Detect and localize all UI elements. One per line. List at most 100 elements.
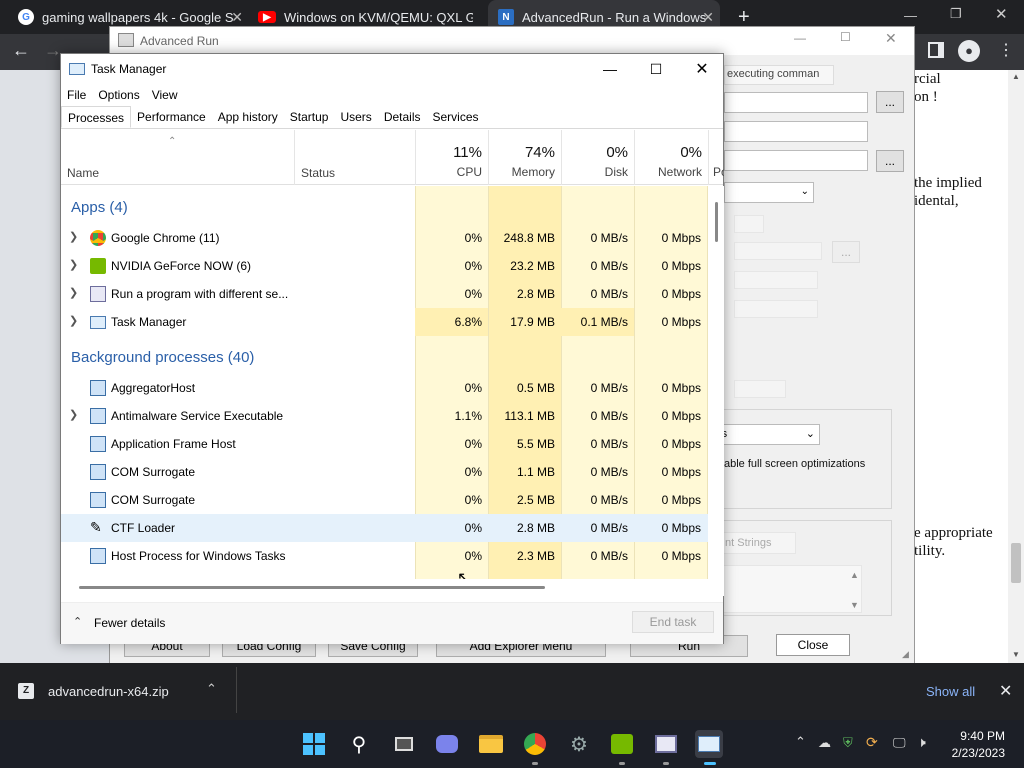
clock-date[interactable]: 2/23/2023 bbox=[941, 746, 1005, 760]
process-row[interactable]: Application Frame Host 0% 5.5 MB 0 MB/s … bbox=[61, 430, 708, 458]
vertical-scrollbar[interactable] bbox=[708, 186, 724, 579]
scroll-down-icon[interactable]: ▼ bbox=[850, 600, 859, 610]
expand-icon[interactable]: ❯ bbox=[69, 408, 78, 421]
browse-dir-button[interactable]: ... bbox=[876, 150, 904, 172]
scrollbar-thumb[interactable] bbox=[79, 586, 545, 589]
col-network-header[interactable]: 0% Network bbox=[634, 130, 708, 185]
search-icon[interactable]: ⚲ bbox=[345, 730, 373, 758]
chevron-up-icon[interactable]: ⌃ bbox=[206, 681, 217, 697]
teams-chat-icon[interactable] bbox=[433, 730, 461, 758]
process-row-hovered[interactable]: ✎ CTF Loader 0% 2.8 MB 0 MB/s 0 Mbps bbox=[61, 514, 708, 542]
chevron-up-icon[interactable]: ⌃ bbox=[73, 615, 82, 628]
menu-view[interactable]: View bbox=[146, 84, 184, 106]
horizontal-scrollbar[interactable] bbox=[61, 579, 724, 596]
process-row[interactable]: COM Surrogate 0% 2.5 MB 0 MB/s 0 Mbps bbox=[61, 486, 708, 514]
process-row[interactable]: ❯ Google Chrome (11) 0% 248.8 MB 0 MB/s … bbox=[61, 224, 708, 252]
menu-file[interactable]: File bbox=[61, 84, 92, 106]
disabled-field bbox=[734, 215, 764, 233]
col-status: Status bbox=[301, 166, 336, 180]
disk-total: 0% bbox=[606, 144, 628, 161]
close-icon[interactable]: ✕ bbox=[885, 30, 897, 47]
minimize-icon[interactable]: — bbox=[904, 8, 917, 23]
expand-icon[interactable]: ❯ bbox=[69, 230, 78, 243]
menu-icon[interactable]: ⋮ bbox=[998, 40, 1014, 60]
tab-processes[interactable]: Processes bbox=[61, 106, 132, 128]
maximize-icon[interactable]: ☐ bbox=[633, 54, 679, 84]
program-field[interactable] bbox=[724, 92, 868, 113]
process-row[interactable]: COM Surrogate 0% 1.1 MB 0 MB/s 0 Mbps bbox=[61, 458, 708, 486]
settings-icon[interactable]: ⚙ bbox=[565, 730, 593, 758]
network-value: 0 Mbps bbox=[661, 231, 701, 245]
page-scrollbar[interactable]: ▲ ▼ bbox=[1008, 70, 1024, 663]
maximize-icon[interactable]: ☐ bbox=[840, 30, 851, 44]
close-icon[interactable]: ✕ bbox=[231, 9, 243, 26]
volume-icon[interactable]: 🕨 bbox=[917, 734, 926, 751]
chevron-up-icon[interactable]: ⌃ bbox=[795, 734, 806, 750]
process-row[interactable]: ❯ Task Manager 6.8% 17.9 MB 0.1 MB/s 0 M… bbox=[61, 308, 708, 336]
refresh-icon[interactable]: ⟳ bbox=[866, 734, 878, 751]
tab-services[interactable]: Services bbox=[427, 106, 485, 128]
menu-options[interactable]: Options bbox=[92, 84, 145, 106]
col-memory-header[interactable]: 74% Memory bbox=[488, 130, 561, 185]
expand-icon[interactable]: ❯ bbox=[69, 286, 78, 299]
task-manager-icon[interactable] bbox=[695, 730, 723, 758]
minimize-icon[interactable]: — bbox=[794, 31, 806, 45]
task-view-icon[interactable] bbox=[390, 730, 418, 758]
network-icon[interactable]: 🖵 bbox=[893, 735, 906, 751]
col-cpu-header[interactable]: 11% CPU bbox=[415, 130, 488, 185]
restore-icon[interactable]: ❐ bbox=[950, 6, 962, 22]
process-row[interactable]: AggregatorHost 0% 0.5 MB 0 MB/s 0 Mbps bbox=[61, 374, 708, 402]
back-icon[interactable]: ← bbox=[12, 40, 30, 61]
run-as-select[interactable]: executing comman bbox=[724, 65, 834, 85]
group-apps[interactable]: Apps (4) bbox=[71, 199, 128, 216]
sidepanel-icon[interactable] bbox=[928, 42, 944, 58]
col-power-header[interactable]: Po bbox=[708, 130, 724, 185]
close-button[interactable]: Close bbox=[776, 634, 850, 656]
minimize-icon[interactable]: — bbox=[587, 54, 633, 84]
close-icon[interactable]: ✕ bbox=[679, 54, 725, 84]
cpu-value: 0% bbox=[464, 437, 482, 451]
priority-select[interactable]: ⌄ bbox=[724, 182, 814, 203]
scrollbar-thumb[interactable] bbox=[1011, 543, 1021, 583]
clock-time[interactable]: 9:40 PM bbox=[949, 729, 1005, 743]
start-dir-field[interactable] bbox=[724, 150, 868, 171]
shield-icon[interactable]: ⛨ bbox=[843, 735, 853, 751]
process-row[interactable]: Host Process for Windows Tasks 0% 2.3 MB… bbox=[61, 542, 708, 570]
tab-users[interactable]: Users bbox=[334, 106, 377, 128]
profile-icon[interactable]: ● bbox=[958, 40, 980, 62]
close-download-bar-icon[interactable]: ✕ bbox=[999, 681, 1012, 701]
start-icon[interactable] bbox=[300, 730, 328, 758]
fewer-details-link[interactable]: Fewer details bbox=[94, 616, 165, 630]
chrome-icon[interactable] bbox=[521, 730, 549, 758]
network-total: 0% bbox=[680, 144, 702, 161]
args-field[interactable] bbox=[724, 121, 868, 142]
download-filename[interactable]: advancedrun-x64.zip bbox=[48, 684, 169, 699]
compat-select[interactable]: rs⌄ bbox=[714, 424, 820, 445]
cloud-icon[interactable]: ☁ bbox=[818, 735, 831, 751]
scrollbar-thumb[interactable] bbox=[715, 202, 718, 242]
advancedrun-icon[interactable] bbox=[652, 730, 680, 758]
close-icon[interactable]: ✕ bbox=[702, 9, 714, 26]
tab-startup[interactable]: Startup bbox=[284, 106, 335, 128]
resize-grip-icon[interactable]: ◢ bbox=[902, 649, 909, 660]
file-explorer-icon[interactable] bbox=[477, 730, 505, 758]
tab-app-history[interactable]: App history bbox=[212, 106, 284, 128]
show-all-link[interactable]: Show all bbox=[926, 684, 975, 699]
col-name[interactable]: Name bbox=[67, 166, 99, 180]
full-screen-opt-label[interactable]: able full screen optimizations bbox=[724, 458, 865, 470]
end-task-button[interactable]: End task bbox=[632, 611, 714, 633]
process-row[interactable]: ❯ NVIDIA GeForce NOW (6) 0% 23.2 MB 0 MB… bbox=[61, 252, 708, 280]
browse-button[interactable]: ... bbox=[876, 91, 904, 113]
process-row[interactable]: ❯ Run a program with different se... 0% … bbox=[61, 280, 708, 308]
tab-details[interactable]: Details bbox=[378, 106, 427, 128]
expand-icon[interactable]: ❯ bbox=[69, 314, 78, 327]
scroll-up-icon[interactable]: ▲ bbox=[850, 570, 859, 580]
nvidia-icon[interactable] bbox=[608, 730, 636, 758]
process-row[interactable]: ❯ Antimalware Service Executable 1.1% 11… bbox=[61, 402, 708, 430]
tab-performance[interactable]: Performance bbox=[131, 106, 212, 128]
col-status-header[interactable]: Status bbox=[294, 130, 415, 185]
expand-icon[interactable]: ❯ bbox=[69, 258, 78, 271]
col-disk-header[interactable]: 0% Disk bbox=[561, 130, 634, 185]
group-background[interactable]: Background processes (40) bbox=[71, 349, 254, 366]
close-window-icon[interactable]: ✕ bbox=[995, 5, 1008, 23]
